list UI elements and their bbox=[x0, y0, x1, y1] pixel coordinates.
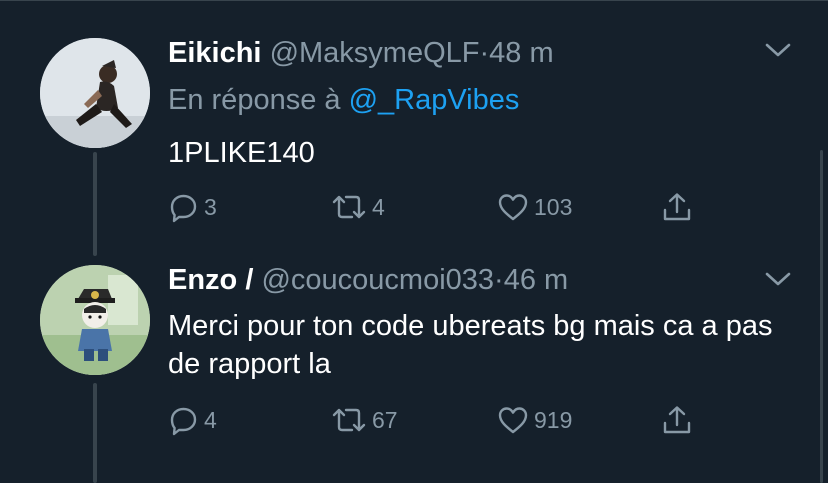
share-button[interactable] bbox=[660, 190, 694, 224]
separator-dot: · bbox=[494, 264, 504, 296]
thread-connector bbox=[93, 383, 97, 483]
like-button[interactable]: 103 bbox=[496, 190, 572, 224]
tweet-header: Enzo / @coucoucmoi033·46 m bbox=[168, 263, 568, 297]
like-count: 919 bbox=[534, 406, 573, 433]
timestamp[interactable]: 48 m bbox=[489, 37, 553, 69]
chevron-down-icon[interactable] bbox=[762, 38, 794, 62]
retweet-count: 67 bbox=[372, 406, 398, 433]
timestamp[interactable]: 46 m bbox=[504, 264, 568, 296]
like-count: 103 bbox=[534, 193, 573, 220]
chevron-down-icon[interactable] bbox=[762, 267, 794, 291]
reply-context: En réponse à @_RapVibes bbox=[168, 83, 519, 117]
avatar[interactable] bbox=[40, 38, 150, 148]
avatar-photo-icon bbox=[40, 265, 150, 375]
avatar-photo-icon bbox=[40, 38, 150, 148]
share-button[interactable] bbox=[660, 403, 694, 437]
user-handle[interactable]: @coucoucmoi033 bbox=[261, 264, 494, 296]
reply-mention-link[interactable]: @_RapVibes bbox=[349, 84, 520, 116]
tweet[interactable]: Eikichi @MaksymeQLF·48 m En réponse à @_… bbox=[0, 0, 828, 256]
heart-icon bbox=[498, 407, 528, 434]
retweet-count: 4 bbox=[372, 193, 385, 220]
display-name[interactable]: Eikichi bbox=[168, 37, 262, 69]
retweet-button[interactable]: 67 bbox=[330, 403, 398, 437]
reply-prefix: En réponse à bbox=[168, 84, 341, 116]
share-icon bbox=[663, 193, 691, 221]
share-icon bbox=[663, 406, 691, 434]
retweet-icon bbox=[332, 195, 366, 219]
tweet[interactable]: Enzo / @coucoucmoi033·46 m Merci pour to… bbox=[0, 245, 828, 483]
action-bar: 3 4 103 bbox=[166, 190, 706, 224]
heart-icon bbox=[498, 194, 528, 221]
tweet-text: Merci pour ton code ubereats bg mais ca … bbox=[168, 310, 773, 380]
comment-icon bbox=[170, 407, 197, 436]
action-bar: 4 67 919 bbox=[166, 403, 706, 437]
user-handle[interactable]: @MaksymeQLF bbox=[270, 37, 480, 69]
reply-button[interactable]: 4 bbox=[166, 403, 217, 437]
timeline: Eikichi @MaksymeQLF·48 m En réponse à @_… bbox=[0, 0, 828, 483]
retweet-icon bbox=[332, 408, 366, 432]
display-name[interactable]: Enzo / bbox=[168, 264, 253, 296]
reply-button[interactable]: 3 bbox=[166, 190, 217, 224]
avatar[interactable] bbox=[40, 265, 150, 375]
reply-count: 4 bbox=[204, 406, 217, 433]
retweet-button[interactable]: 4 bbox=[330, 190, 385, 224]
like-button[interactable]: 919 bbox=[496, 403, 572, 437]
separator-dot: · bbox=[479, 37, 490, 69]
tweet-header: Eikichi @MaksymeQLF·48 m bbox=[168, 36, 554, 70]
reply-count: 3 bbox=[204, 193, 217, 220]
scrollbar[interactable] bbox=[820, 150, 823, 483]
thread-connector bbox=[93, 152, 97, 256]
tweet-text: 1PLIKE140 bbox=[168, 137, 315, 169]
comment-icon bbox=[170, 194, 197, 223]
